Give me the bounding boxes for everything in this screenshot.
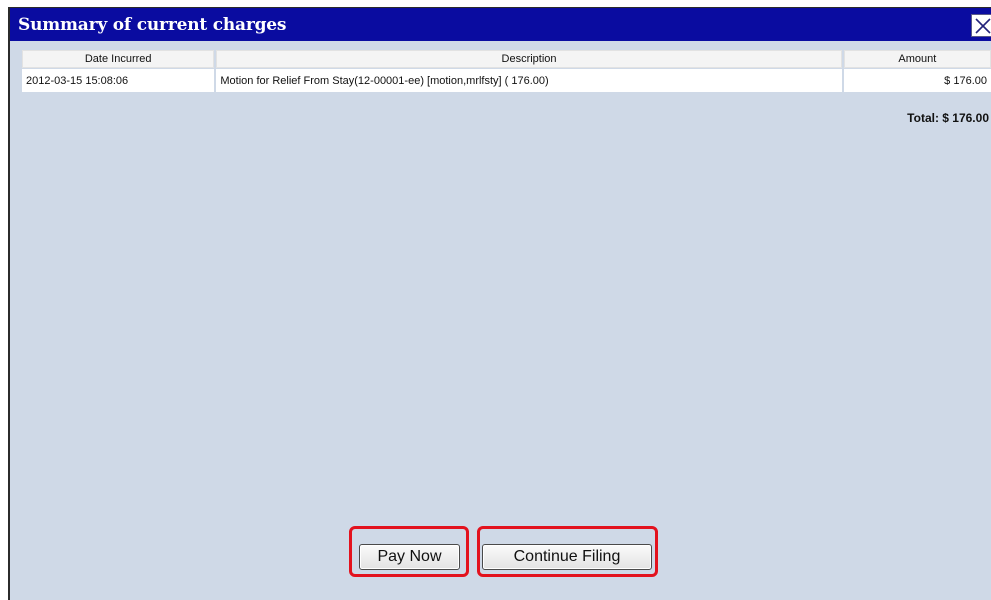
pay-now-button[interactable]: Pay Now (359, 544, 460, 570)
dialog-title: Summary of current charges (18, 15, 287, 35)
cell-date: 2012-03-15 15:08:06 (22, 69, 215, 92)
close-icon (975, 18, 991, 34)
column-header-date: Date Incurred (22, 50, 215, 68)
continue-filing-button[interactable]: Continue Filing (482, 544, 652, 570)
cell-amount: $ 176.00 (843, 69, 991, 92)
charges-total: Total: $ 176.00 (907, 111, 989, 125)
charges-table: Date Incurred Description Amount 2012-03… (20, 49, 991, 93)
column-header-description: Description (216, 50, 842, 68)
table-row: 2012-03-15 15:08:06 Motion for Relief Fr… (22, 69, 991, 92)
charges-dialog: Summary of current charges Date Incurred… (8, 7, 991, 600)
column-header-amount: Amount (843, 50, 991, 68)
close-button[interactable] (971, 14, 991, 37)
table-header-row: Date Incurred Description Amount (22, 50, 991, 68)
cell-description: Motion for Relief From Stay(12-00001-ee)… (216, 69, 842, 92)
dialog-titlebar: Summary of current charges (10, 8, 991, 41)
